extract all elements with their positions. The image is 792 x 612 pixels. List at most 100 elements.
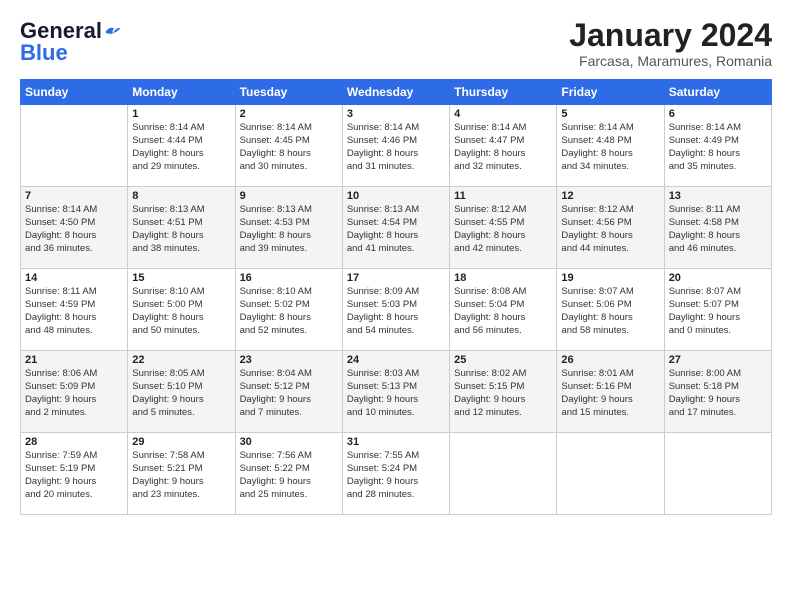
day-number: 2 [240, 108, 338, 120]
calendar-cell: 3 Sunrise: 8:14 AMSunset: 4:46 PMDaylight… [342, 105, 449, 187]
calendar-cell: 21 Sunrise: 8:06 AMSunset: 5:09 PMDayligh… [21, 351, 128, 433]
cell-details: Sunrise: 8:11 AMSunset: 4:58 PMDaylight:… [669, 204, 767, 255]
day-number: 10 [347, 190, 445, 202]
cell-details: Sunrise: 8:02 AMSunset: 5:15 PMDaylight:… [454, 368, 552, 419]
day-number: 27 [669, 354, 767, 366]
weekday-header-row: SundayMondayTuesdayWednesdayThursdayFrid… [21, 80, 772, 105]
cell-details: Sunrise: 8:10 AMSunset: 5:02 PMDaylight:… [240, 286, 338, 337]
calendar-cell: 27Sunrise: 8:00 AMSunset: 5:18 PMDayligh… [664, 351, 771, 433]
day-number: 3 [347, 108, 445, 120]
logo-blue: Blue [20, 40, 68, 66]
logo-bird-icon [104, 24, 122, 38]
calendar-week-row: 21 Sunrise: 8:06 AMSunset: 5:09 PMDayligh… [21, 351, 772, 433]
calendar-cell: 4 Sunrise: 8:14 AMSunset: 4:47 PMDaylight… [450, 105, 557, 187]
cell-details: Sunrise: 8:05 AMSunset: 5:10 PMDaylight:… [132, 368, 230, 419]
calendar-cell: 29 Sunrise: 7:58 AMSunset: 5:21 PMDayligh… [128, 433, 235, 515]
calendar-page: General Blue January 2024 Farcasa, Maram… [0, 0, 792, 612]
cell-details: Sunrise: 8:12 AMSunset: 4:55 PMDaylight:… [454, 204, 552, 255]
day-number: 14 [25, 272, 123, 284]
day-number: 21 [25, 354, 123, 366]
cell-details: Sunrise: 8:11 AMSunset: 4:59 PMDaylight:… [25, 286, 123, 337]
calendar-cell: 24 Sunrise: 8:03 AMSunset: 5:13 PMDayligh… [342, 351, 449, 433]
calendar-cell: 6Sunrise: 8:14 AMSunset: 4:49 PMDaylight… [664, 105, 771, 187]
day-number: 25 [454, 354, 552, 366]
calendar-week-row: 14 Sunrise: 8:11 AMSunset: 4:59 PMDayligh… [21, 269, 772, 351]
calendar-cell: 15Sunrise: 8:10 AMSunset: 5:00 PMDayligh… [128, 269, 235, 351]
calendar-week-row: 1Sunrise: 8:14 AMSunset: 4:44 PMDaylight… [21, 105, 772, 187]
calendar-cell: 7Sunrise: 8:14 AMSunset: 4:50 PMDaylight… [21, 187, 128, 269]
weekday-header-sunday: Sunday [21, 80, 128, 105]
cell-details: Sunrise: 8:04 AMSunset: 5:12 PMDaylight:… [240, 368, 338, 419]
weekday-header-friday: Friday [557, 80, 664, 105]
calendar-cell: 11 Sunrise: 8:12 AMSunset: 4:55 PMDayligh… [450, 187, 557, 269]
header: General Blue January 2024 Farcasa, Maram… [20, 18, 772, 69]
day-number: 12 [561, 190, 659, 202]
title-block: January 2024 Farcasa, Maramures, Romania [569, 18, 772, 69]
calendar-cell: 20Sunrise: 8:07 AMSunset: 5:07 PMDayligh… [664, 269, 771, 351]
calendar-cell: 13 Sunrise: 8:11 AMSunset: 4:58 PMDayligh… [664, 187, 771, 269]
logo: General Blue [20, 18, 122, 66]
cell-details: Sunrise: 8:14 AMSunset: 4:49 PMDaylight:… [669, 122, 767, 173]
calendar-cell: 12 Sunrise: 8:12 AMSunset: 4:56 PMDayligh… [557, 187, 664, 269]
calendar-cell [557, 433, 664, 515]
calendar-cell [21, 105, 128, 187]
day-number: 31 [347, 436, 445, 448]
day-number: 4 [454, 108, 552, 120]
calendar-cell: 26 Sunrise: 8:01 AMSunset: 5:16 PMDayligh… [557, 351, 664, 433]
weekday-header-thursday: Thursday [450, 80, 557, 105]
cell-details: Sunrise: 8:14 AMSunset: 4:47 PMDaylight:… [454, 122, 552, 173]
calendar-cell: 25 Sunrise: 8:02 AMSunset: 5:15 PMDayligh… [450, 351, 557, 433]
cell-details: Sunrise: 8:14 AMSunset: 4:48 PMDaylight:… [561, 122, 659, 173]
day-number: 26 [561, 354, 659, 366]
weekday-header-tuesday: Tuesday [235, 80, 342, 105]
cell-details: Sunrise: 8:13 AMSunset: 4:51 PMDaylight:… [132, 204, 230, 255]
cell-details: Sunrise: 8:07 AMSunset: 5:06 PMDaylight:… [561, 286, 659, 337]
day-number: 30 [240, 436, 338, 448]
day-number: 28 [25, 436, 123, 448]
calendar-table: SundayMondayTuesdayWednesdayThursdayFrid… [20, 79, 772, 515]
month-title: January 2024 [569, 18, 772, 53]
cell-details: Sunrise: 8:12 AMSunset: 4:56 PMDaylight:… [561, 204, 659, 255]
calendar-cell: 16 Sunrise: 8:10 AMSunset: 5:02 PMDayligh… [235, 269, 342, 351]
cell-details: Sunrise: 8:01 AMSunset: 5:16 PMDaylight:… [561, 368, 659, 419]
cell-details: Sunrise: 8:06 AMSunset: 5:09 PMDaylight:… [25, 368, 123, 419]
cell-details: Sunrise: 8:08 AMSunset: 5:04 PMDaylight:… [454, 286, 552, 337]
day-number: 9 [240, 190, 338, 202]
cell-details: Sunrise: 8:13 AMSunset: 4:54 PMDaylight:… [347, 204, 445, 255]
calendar-cell: 2Sunrise: 8:14 AMSunset: 4:45 PMDaylight… [235, 105, 342, 187]
calendar-cell: 23 Sunrise: 8:04 AMSunset: 5:12 PMDayligh… [235, 351, 342, 433]
calendar-cell: 18 Sunrise: 8:08 AMSunset: 5:04 PMDayligh… [450, 269, 557, 351]
day-number: 29 [132, 436, 230, 448]
cell-details: Sunrise: 7:59 AMSunset: 5:19 PMDaylight:… [25, 450, 123, 501]
day-number: 17 [347, 272, 445, 284]
calendar-cell: 9Sunrise: 8:13 AMSunset: 4:53 PMDaylight… [235, 187, 342, 269]
cell-details: Sunrise: 7:55 AMSunset: 5:24 PMDaylight:… [347, 450, 445, 501]
cell-details: Sunrise: 8:03 AMSunset: 5:13 PMDaylight:… [347, 368, 445, 419]
day-number: 23 [240, 354, 338, 366]
calendar-cell: 17Sunrise: 8:09 AMSunset: 5:03 PMDayligh… [342, 269, 449, 351]
calendar-cell: 19 Sunrise: 8:07 AMSunset: 5:06 PMDayligh… [557, 269, 664, 351]
calendar-cell: 22 Sunrise: 8:05 AMSunset: 5:10 PMDayligh… [128, 351, 235, 433]
location: Farcasa, Maramures, Romania [569, 53, 772, 69]
day-number: 8 [132, 190, 230, 202]
calendar-cell: 14 Sunrise: 8:11 AMSunset: 4:59 PMDayligh… [21, 269, 128, 351]
day-number: 11 [454, 190, 552, 202]
cell-details: Sunrise: 7:56 AMSunset: 5:22 PMDaylight:… [240, 450, 338, 501]
calendar-cell [450, 433, 557, 515]
day-number: 18 [454, 272, 552, 284]
calendar-cell: 31 Sunrise: 7:55 AMSunset: 5:24 PMDayligh… [342, 433, 449, 515]
day-number: 16 [240, 272, 338, 284]
calendar-cell: 10 Sunrise: 8:13 AMSunset: 4:54 PMDayligh… [342, 187, 449, 269]
calendar-week-row: 28 Sunrise: 7:59 AMSunset: 5:19 PMDayligh… [21, 433, 772, 515]
day-number: 13 [669, 190, 767, 202]
cell-details: Sunrise: 8:14 AMSunset: 4:46 PMDaylight:… [347, 122, 445, 173]
day-number: 19 [561, 272, 659, 284]
calendar-week-row: 7Sunrise: 8:14 AMSunset: 4:50 PMDaylight… [21, 187, 772, 269]
cell-details: Sunrise: 7:58 AMSunset: 5:21 PMDaylight:… [132, 450, 230, 501]
day-number: 24 [347, 354, 445, 366]
cell-details: Sunrise: 8:10 AMSunset: 5:00 PMDaylight:… [132, 286, 230, 337]
calendar-cell: 8 Sunrise: 8:13 AMSunset: 4:51 PMDaylight… [128, 187, 235, 269]
day-number: 22 [132, 354, 230, 366]
day-number: 20 [669, 272, 767, 284]
cell-details: Sunrise: 8:14 AMSunset: 4:50 PMDaylight:… [25, 204, 123, 255]
